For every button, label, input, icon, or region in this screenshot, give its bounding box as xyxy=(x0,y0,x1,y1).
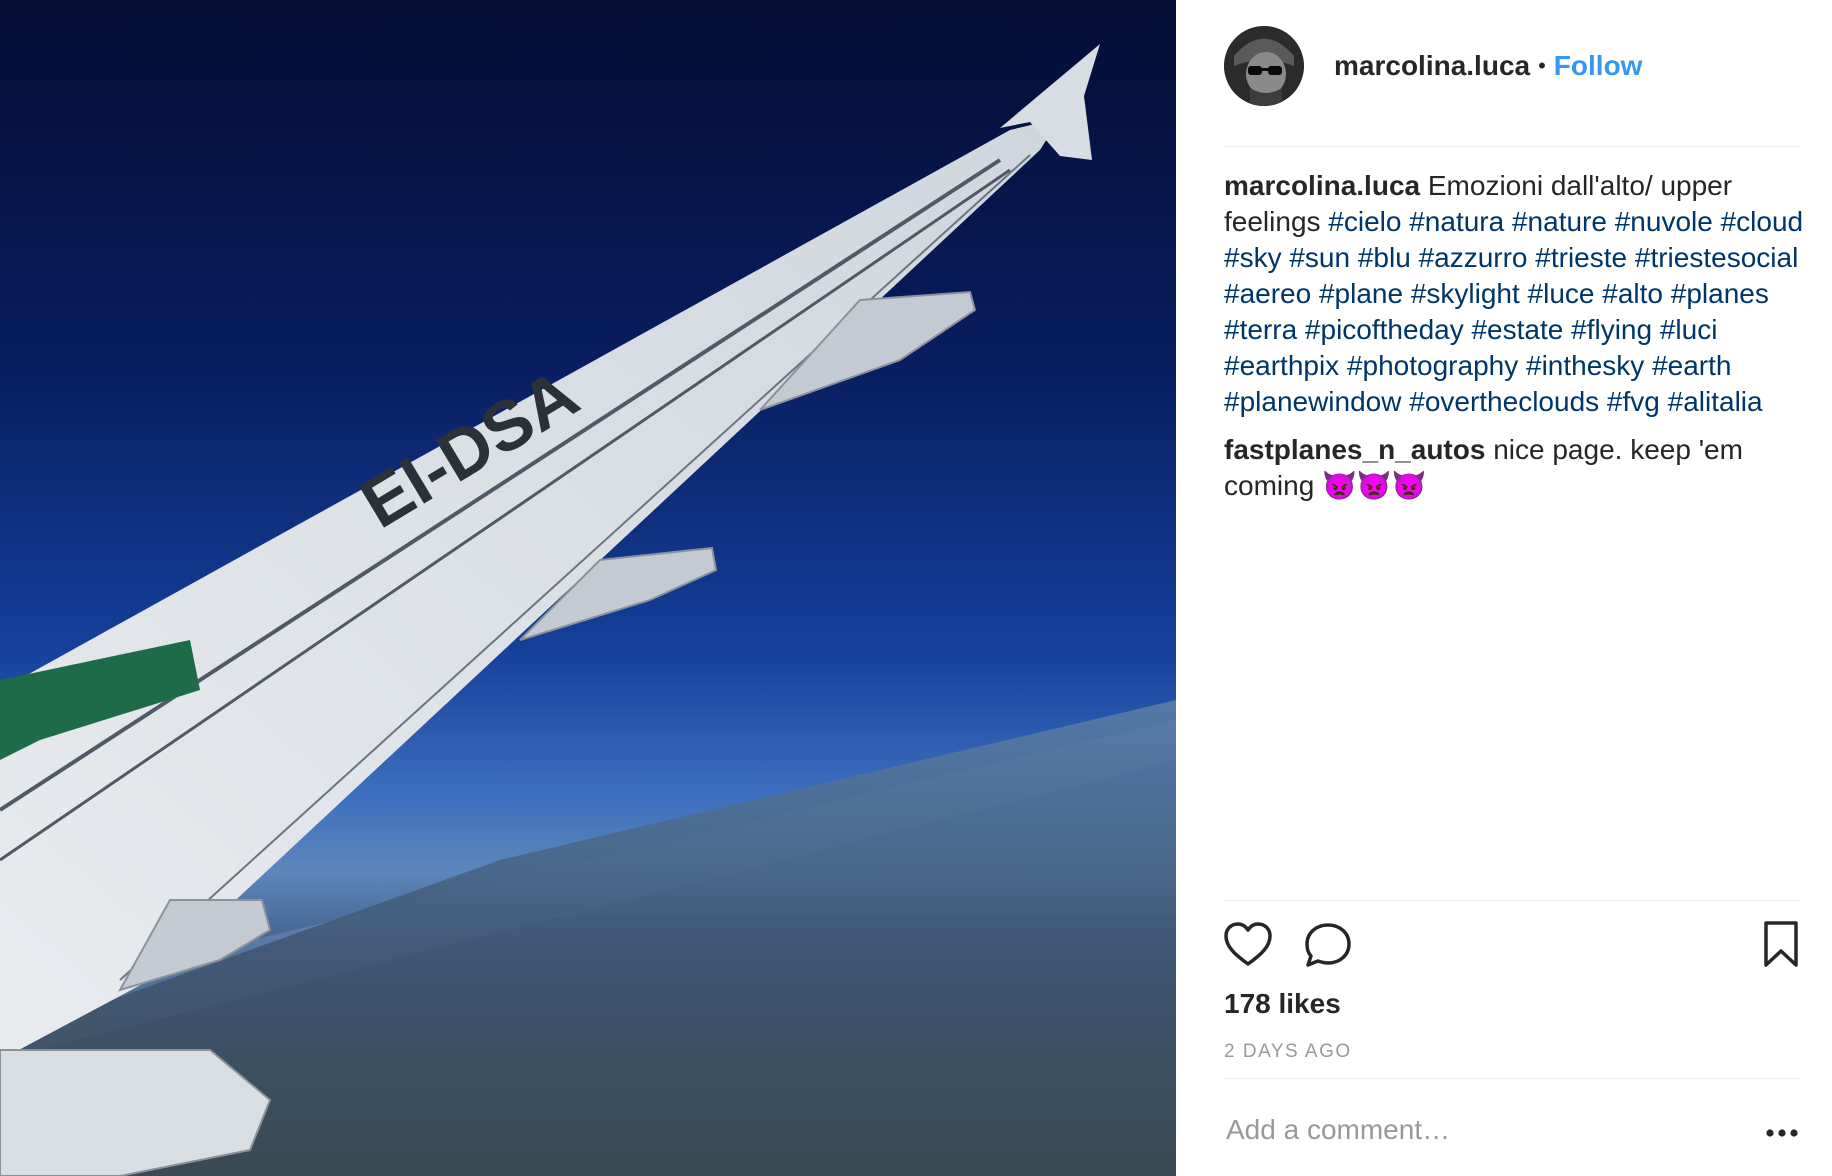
caption-username[interactable]: marcolina.luca xyxy=(1224,170,1420,201)
divider xyxy=(1224,146,1800,147)
caption-hashtags[interactable]: #cielo #natura #nature #nuvole #cloud #s… xyxy=(1224,206,1803,417)
post-header: marcolina.luca • Follow xyxy=(1224,26,1784,106)
caption: marcolina.luca Emozioni dall'alto/ upper… xyxy=(1224,168,1804,420)
header-username[interactable]: marcolina.luca xyxy=(1334,50,1530,82)
bookmark-icon[interactable] xyxy=(1762,920,1800,973)
airplane-wing-illustration: EI-DSA xyxy=(0,44,1176,1176)
heart-icon[interactable] xyxy=(1224,922,1272,973)
comment-emoji: 👿👿👿 xyxy=(1322,470,1427,501)
add-comment-input[interactable] xyxy=(1226,1114,1726,1146)
comment-bubble-icon[interactable] xyxy=(1304,922,1352,973)
follow-button[interactable]: Follow xyxy=(1554,50,1643,82)
avatar-portrait-icon xyxy=(1224,26,1304,106)
comment-item: fastplanes_n_autos nice page. keep 'em c… xyxy=(1224,432,1804,504)
ellipsis-icon[interactable] xyxy=(1764,1126,1800,1140)
post-details-panel: marcolina.luca • Follow marcolina.luca E… xyxy=(1176,0,1832,1176)
avatar[interactable] xyxy=(1224,26,1304,106)
action-bar xyxy=(1224,920,1800,973)
divider xyxy=(1224,1078,1800,1079)
post-timestamp[interactable]: 2 DAYS AGO xyxy=(1224,1041,1352,1063)
comments-list: marcolina.luca Emozioni dall'alto/ upper… xyxy=(1224,168,1804,516)
divider xyxy=(1224,900,1800,901)
comment-username[interactable]: fastplanes_n_autos xyxy=(1224,434,1485,465)
post-photo[interactable]: EI-DSA xyxy=(0,0,1176,1176)
header-separator: • xyxy=(1538,53,1546,78)
like-count[interactable]: 178 likes xyxy=(1224,988,1341,1020)
